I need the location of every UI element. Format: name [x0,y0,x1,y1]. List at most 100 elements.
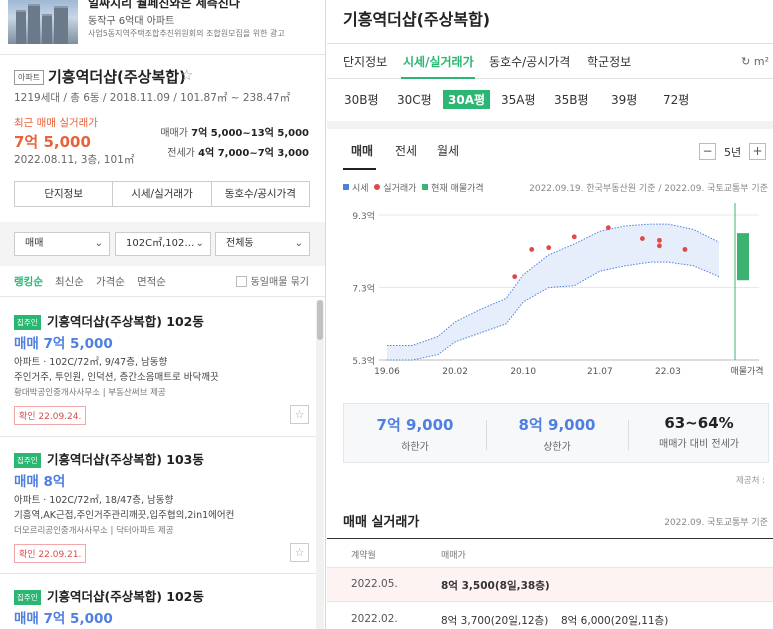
legend-swatch-trade [374,184,381,190]
section-gap [327,121,773,129]
listing-name[interactable]: 기흥역더샵(주상복합) 102동 [47,586,204,605]
list-item[interactable]: 집주인 기흥역더샵(주상복합) 102동 매매 7억 5,000 아파트 · 1… [0,309,316,434]
y-tick-label: 7.3억 [352,283,375,295]
trade-point [571,234,577,240]
deal-type-select[interactable]: 매매 ⌄ [14,232,110,256]
chart-legend: 시세 실거래가 현재 매물가격 [343,181,484,194]
group-same-listing-checkbox[interactable]: 동일매물 묶기 [235,273,309,288]
x-tick-label: 20.10 [510,367,536,377]
table-row: 2022.05. 8억 3,500(8일,38층) [327,568,773,602]
trade-price-key: 매매가 [160,128,188,139]
list-item[interactable]: 집주인 기흥역더샵(주상복합) 102동 매매 7억 5,000 [0,584,316,629]
area-tab[interactable]: 30C평 [392,90,437,109]
owner-badge: 집주인 [14,315,41,330]
sort-latest[interactable]: 최신순 [55,276,84,288]
area-tab[interactable]: 35A평 [496,90,541,109]
y-tick-label: 5.3억 [352,355,375,367]
minus-button[interactable]: − [699,143,716,160]
trade-price: 8억 3,700(20일,12층) [441,615,549,627]
x-tick-label: 21.07 [587,367,613,377]
tab-jeonse[interactable]: 전세 [395,142,417,159]
favorite-star-icon[interactable]: ☆ [180,66,193,84]
trade-price-value: 7억 5,000~13억 5,000 [191,128,309,139]
plus-button[interactable]: + [749,143,766,160]
trade-price-range: 매매가 7억 5,000~13억 5,000 [160,124,309,139]
trade-price: 8억 3,500(8일,38층) [441,580,550,592]
price-summary: 7억 9,000 하한가 8억 9,000 상한가 63~64% 매매가 대비 … [343,403,769,463]
divider [0,436,316,437]
detail-tabs: 단지정보 시세/실거래가 동호수/공시가격 학군정보 ↻ m² [327,43,773,79]
listing-name[interactable]: 기흥역더샵(주상복합) 103동 [47,449,204,468]
trade-month: 2022.02. [351,613,398,625]
divider [0,296,325,297]
favorite-star-icon[interactable]: ☆ [290,543,309,562]
chevron-down-icon: ⌄ [195,238,204,249]
sort-ranking[interactable]: 랭킹순 [14,276,43,288]
area-tab[interactable]: 35B평 [549,90,594,109]
trade-point [605,225,611,231]
chart-source: 2022.09.19. 한국부동산원 기준 / 2022.09. 국토교통부 기… [529,184,768,194]
page-title: 기흥역더샵(주상복합) [343,10,491,29]
trade-price: 8억 6,000(20일,11층) [561,615,669,627]
chevron-down-icon: ⌄ [294,238,303,249]
dong-select[interactable]: 전체동 ⌄ [215,232,310,256]
checkbox-icon[interactable] [235,276,247,287]
trades-title: 매매 실거래가 [343,515,420,530]
owner-badge: 집주인 [14,453,41,468]
trade-point [529,247,535,252]
area-tab-active[interactable]: 30A평 [443,90,491,109]
tab-monthly[interactable]: 월세 [437,142,459,159]
table-row: 2022.02. 8억 3,700(20일,12층) 8억 6,000(20일,… [327,603,773,629]
tab-complex-info[interactable]: 단지정보 [343,53,387,70]
tab-school[interactable]: 학군정보 [587,53,631,70]
x-tick-label: 매물가격 [730,365,763,377]
unit-toggle-refresh-icon[interactable]: ↻ m² [741,55,769,68]
recent-trade-label: 최근 매매 실거래가 [14,117,98,129]
news-thumbnail[interactable] [8,0,78,44]
trades-table-header: 계약월 매매가 [327,538,773,568]
listing-agent[interactable]: 더모르리공인중개사사무소 | 닥터아파트 제공 [14,524,174,536]
tab-price[interactable]: 시세/실거래가 [113,182,212,206]
trade-point [682,247,688,252]
trade-point [639,236,645,241]
list-item[interactable]: 집주인 기흥역더샵(주상복합) 103동 매매 8억 아파트 · 102C/72… [0,447,316,572]
tab-unit-price[interactable]: 동호수/공시가격 [489,53,570,70]
listing-price: 매매 8억 [14,474,66,490]
scrollbar-track[interactable] [316,300,324,629]
legend-listing: 현재 매물가격 [431,184,484,194]
header-month: 계약월 [351,551,376,561]
listing-price-bar [737,233,749,281]
summary-ratio-value: 63~64% [664,414,734,432]
confirm-date-badge: 확인 22.09.21. [14,544,87,563]
divider [0,54,325,55]
area-tab[interactable]: 72평 [658,90,694,109]
listing-price: 매매 7억 5,000 [14,336,113,352]
trade-month: 2022.05. [351,578,398,590]
listing-name[interactable]: 기흥역더샵(주상복합) 102동 [47,311,204,330]
market-price-band [387,224,719,360]
header-price: 매매가 [441,551,466,561]
sort-price[interactable]: 가격순 [96,276,125,288]
tab-complex-info[interactable]: 단지정보 [15,182,114,206]
listing-agent[interactable]: 황대박공인중개사사무소 | 부동산써브 제공 [14,386,166,398]
area-tab[interactable]: 30B평 [339,90,384,109]
deal-type-value: 매매 [25,238,44,249]
rent-price-key: 전세가 [167,148,195,159]
tab-price[interactable]: 시세/실거래가 [403,53,474,70]
news-subline[interactable]: 동작구 6억대 아파트 [88,12,174,27]
tab-unit-price[interactable]: 동호수/공시가격 [212,182,309,206]
apartment-type-badge: 아파트 [14,70,45,85]
legend-swatch-listing [422,184,429,190]
favorite-star-icon[interactable]: ☆ [290,405,309,424]
scrollbar-thumb[interactable] [317,300,323,340]
summary-low-label: 하한가 [401,442,429,453]
news-banner[interactable]: 일싸지리 월페진와은 세측진다 동작구 6억대 아파트 사업5동지역주택조합추진… [0,0,325,52]
sort-area[interactable]: 면적순 [137,276,166,288]
area-select[interactable]: 102C㎡,102… ⌄ [115,232,211,256]
tab-sale[interactable]: 매매 [351,142,373,159]
news-headline[interactable]: 일싸지리 월페진와은 세측진다 [88,0,240,11]
complex-tabs: 단지정보 시세/실거래가 동호수/공시가격 [14,181,310,207]
summary-high: 8억 9,000 상한가 [486,414,628,453]
x-tick-label: 20.02 [442,367,468,377]
area-tab[interactable]: 39평 [606,90,642,109]
